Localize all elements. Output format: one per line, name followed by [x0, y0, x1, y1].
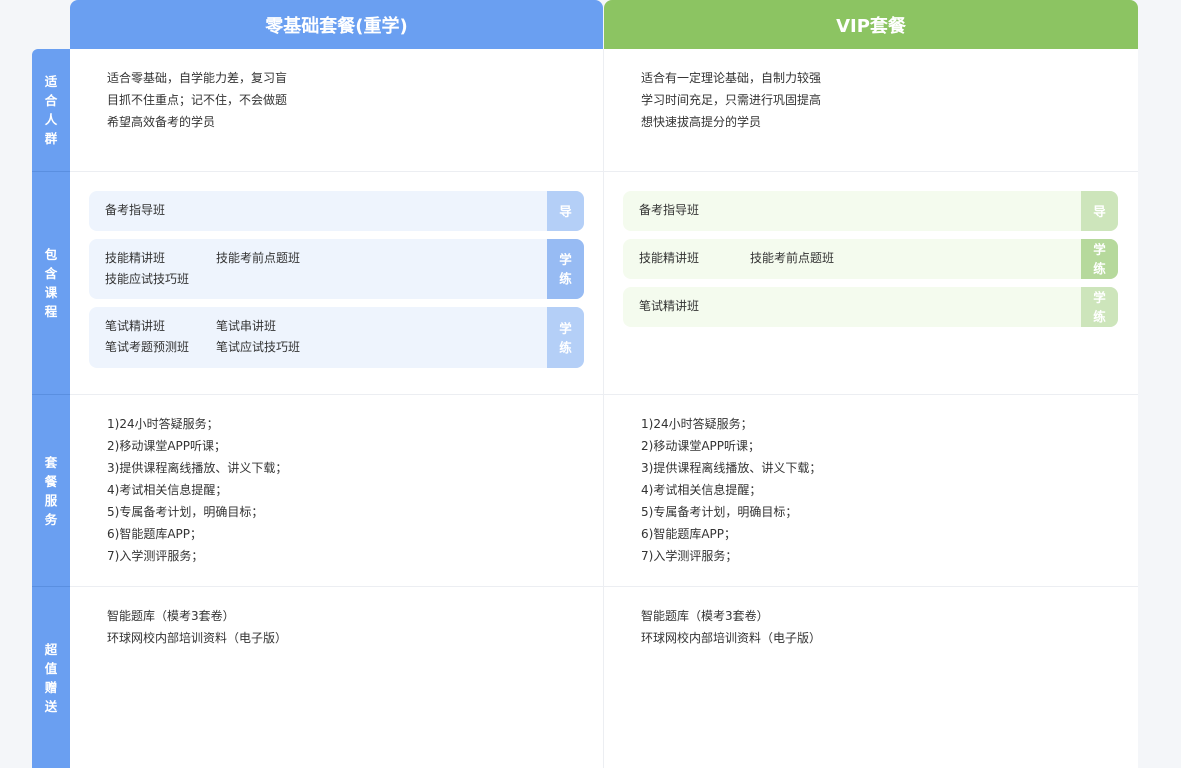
course-card-guidance: 备考指导班 导: [89, 191, 584, 231]
service-item: 4)考试相关信息提醒；: [641, 483, 762, 497]
course-item: 笔试考题预测班: [105, 340, 190, 354]
course-item: 备考指导班: [105, 203, 166, 217]
services-zero: 1)24小时答疑服务； 2)移动课堂APP听课； 3)提供课程离线播放、讲义下载…: [107, 413, 287, 567]
service-item: 1)24小时答疑服务；: [107, 417, 219, 431]
course-item: 笔试精讲班: [639, 299, 700, 313]
course-item: 笔试串讲班: [216, 319, 277, 333]
course-tag: 导: [1081, 191, 1118, 231]
course-item: 笔试应试技巧班: [216, 340, 301, 354]
gift-item: 智能题库（模考3套卷）: [107, 609, 235, 623]
service-item: 6)智能题库APP；: [641, 527, 736, 541]
course-item: 技能考前点题班: [750, 251, 835, 265]
course-tag: 学练: [1081, 287, 1118, 327]
gift-item: 环球网校内部培训资料（电子版）: [641, 631, 822, 645]
service-item: 6)智能题库APP；: [107, 527, 202, 541]
header-vip-title: VIP套餐: [836, 15, 906, 37]
audience-vip: 适合有一定理论基础，自制力较强 学习时间充足，只需进行巩固提高 想快速拔高提分的…: [641, 67, 821, 133]
service-item: 5)专属备考计划，明确目标；: [107, 505, 264, 519]
gifts-zero: 智能题库（模考3套卷） 环球网校内部培训资料（电子版）: [107, 605, 287, 649]
audience-zero: 适合零基础，自学能力差，复习盲 目抓不住重点；记不住，不会做题 希望高效备考的学…: [107, 67, 287, 133]
service-item: 7)入学测评服务；: [641, 549, 738, 563]
row-label-courses: 包含课程: [32, 172, 70, 394]
course-item: 备考指导班: [639, 203, 700, 217]
service-item: 3)提供课程离线播放、讲义下载；: [107, 461, 288, 475]
row-divider: [70, 394, 1138, 395]
course-tag: 学练: [547, 307, 584, 368]
column-divider: [603, 49, 604, 768]
course-item: 技能精讲班: [639, 251, 700, 265]
course-card-written: 笔试精讲班 笔试串讲班 笔试考题预测班 笔试应试技巧班 学练: [89, 307, 584, 368]
audience-line: 目抓不住重点；记不住，不会做题: [107, 93, 288, 107]
service-item: 7)入学测评服务；: [107, 549, 204, 563]
course-tag: 学练: [1081, 239, 1118, 279]
gift-item: 环球网校内部培训资料（电子版）: [107, 631, 288, 645]
header-zero-basic-package: 零基础套餐(重学): [70, 0, 603, 49]
row-divider: [70, 586, 1138, 587]
row-divider: [70, 171, 1138, 172]
header-zero-title: 零基础套餐(重学): [265, 15, 408, 37]
service-item: 5)专属备考计划，明确目标；: [641, 505, 798, 519]
course-item: 技能考前点题班: [216, 251, 301, 265]
row-label-gifts: 超值赠送: [32, 587, 70, 768]
course-tag: 导: [547, 191, 584, 231]
audience-line: 学习时间充足，只需进行巩固提高: [641, 93, 822, 107]
course-card-written: 笔试精讲班 学练: [623, 287, 1118, 327]
services-vip: 1)24小时答疑服务； 2)移动课堂APP听课； 3)提供课程离线播放、讲义下载…: [641, 413, 821, 567]
service-item: 4)考试相关信息提醒；: [107, 483, 228, 497]
service-item: 3)提供课程离线播放、讲义下载；: [641, 461, 822, 475]
gift-item: 智能题库（模考3套卷）: [641, 609, 769, 623]
course-item: 笔试精讲班: [105, 319, 166, 333]
audience-line: 希望高效备考的学员: [107, 115, 216, 129]
course-item: 技能精讲班: [105, 251, 166, 265]
audience-line: 适合有一定理论基础，自制力较强: [641, 71, 822, 85]
course-card-guidance: 备考指导班 导: [623, 191, 1118, 231]
course-card-skills: 技能精讲班 技能考前点题班 技能应试技巧班 学练: [89, 239, 584, 299]
service-item: 2)移动课堂APP听课；: [107, 439, 226, 453]
audience-line: 适合零基础，自学能力差，复习盲: [107, 71, 288, 85]
header-vip-package: VIP套餐: [604, 0, 1138, 49]
package-comparison-table: 适合零基础，自学能力差，复习盲 目抓不住重点；记不住，不会做题 希望高效备考的学…: [70, 49, 1138, 768]
service-item: 2)移动课堂APP听课；: [641, 439, 760, 453]
service-item: 1)24小时答疑服务；: [641, 417, 753, 431]
audience-line: 想快速拔高提分的学员: [641, 115, 762, 129]
gifts-vip: 智能题库（模考3套卷） 环球网校内部培训资料（电子版）: [641, 605, 821, 649]
row-label-audience: 适合人群: [32, 49, 70, 171]
course-tag: 学练: [547, 239, 584, 299]
course-card-skills: 技能精讲班 技能考前点题班 学练: [623, 239, 1118, 279]
row-label-services: 套餐服务: [32, 395, 70, 586]
course-item: 技能应试技巧班: [105, 272, 190, 286]
